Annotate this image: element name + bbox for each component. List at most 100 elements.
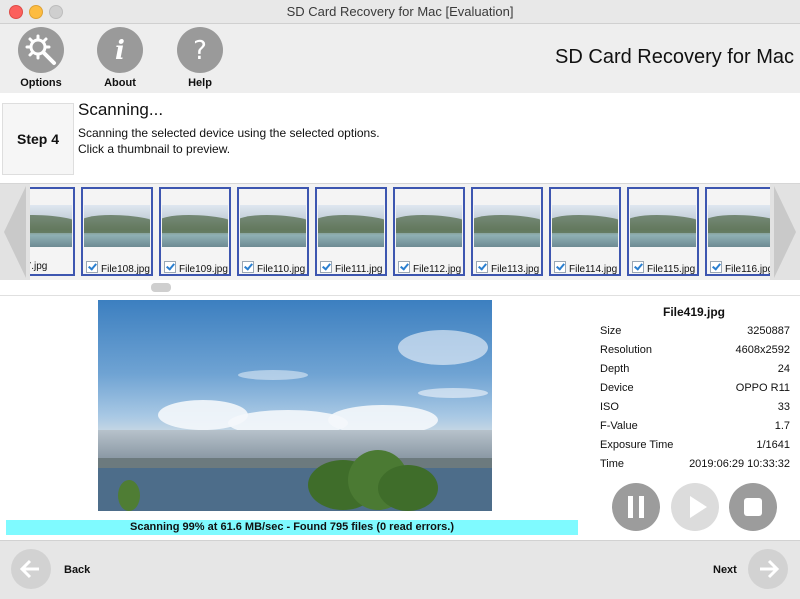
toolbar: Options i About ? Help SD Card Recovery … bbox=[0, 24, 800, 93]
thumbnail-filename: e107.jpg bbox=[30, 261, 48, 272]
info-icon: i bbox=[97, 27, 143, 73]
thumbnail-filename: File112.jpg bbox=[413, 264, 462, 275]
thumbnail-image[interactable] bbox=[318, 205, 384, 247]
app-title: SD Card Recovery for Mac bbox=[555, 46, 794, 68]
thumbnail-checkbox[interactable] bbox=[164, 261, 176, 273]
window-title: SD Card Recovery for Mac [Evaluation] bbox=[286, 4, 514, 19]
svg-text:i: i bbox=[115, 36, 125, 66]
preview-file-name: File419.jpg bbox=[662, 305, 726, 319]
thumbnail-checkbox[interactable] bbox=[710, 261, 722, 273]
info-row-size: Size 3250887 bbox=[600, 325, 790, 344]
info-row-device: Device OPPO R11 bbox=[600, 382, 790, 401]
thumbnail-image[interactable] bbox=[630, 205, 696, 247]
info-key: Exposure Time bbox=[600, 439, 674, 451]
arrow-left-icon bbox=[19, 559, 39, 579]
step-label: Step 4 bbox=[16, 131, 59, 147]
thumbnail-item[interactable]: File108.jpg bbox=[81, 187, 153, 276]
thumbnail-image[interactable] bbox=[240, 205, 306, 247]
scroll-right-button[interactable] bbox=[770, 184, 800, 280]
info-value: 2019:06:29 10:33:32 bbox=[689, 458, 790, 470]
options-label: Options bbox=[20, 77, 62, 89]
thumbnail-image[interactable] bbox=[84, 205, 150, 247]
thumbnail-caption: File112.jpg bbox=[398, 261, 461, 275]
thumbnail-checkbox[interactable] bbox=[86, 261, 98, 273]
thumbnail-checkbox[interactable] bbox=[554, 261, 566, 273]
thumbnail-item[interactable]: File114.jpg bbox=[549, 187, 621, 276]
thumbnail-checkbox[interactable] bbox=[242, 261, 254, 273]
about-button[interactable]: i About bbox=[88, 27, 152, 89]
step-heading: Scanning... bbox=[78, 100, 164, 119]
info-value: 3250887 bbox=[747, 325, 790, 337]
thumbnail-filename: File111.jpg bbox=[335, 264, 383, 275]
thumbnail-caption: File113.jpg bbox=[476, 261, 539, 275]
info-value: 4608x2592 bbox=[735, 344, 790, 356]
thumbnail-item[interactable]: File109.jpg bbox=[159, 187, 231, 276]
help-button[interactable]: ? Help bbox=[168, 27, 232, 89]
info-key: Size bbox=[600, 325, 622, 337]
play-icon bbox=[690, 496, 707, 518]
pause-button[interactable] bbox=[612, 483, 660, 531]
thumbnail-item[interactable]: File111.jpg bbox=[315, 187, 387, 276]
info-value: OPPO R11 bbox=[735, 382, 790, 394]
thumbnail-strip: e107.jpg File108.jpg File109.jpg File110.jp… bbox=[0, 183, 800, 281]
info-value: 33 bbox=[777, 401, 790, 413]
scrollbar-thumb[interactable] bbox=[151, 283, 171, 292]
info-row-resolution: Resolution 4608x2592 bbox=[600, 344, 790, 363]
info-row-iso: ISO 33 bbox=[600, 401, 790, 420]
thumbnail-filename: File109.jpg bbox=[179, 264, 228, 275]
play-button[interactable] bbox=[671, 483, 719, 531]
thumbnail-image[interactable] bbox=[396, 205, 462, 247]
info-row-exposure-time: Exposure Time 1/1641 bbox=[600, 439, 790, 458]
thumbnail-caption: File111.jpg bbox=[320, 261, 382, 275]
info-key: Resolution bbox=[600, 344, 652, 356]
info-row-depth: Depth 24 bbox=[600, 363, 790, 382]
thumbnail-image[interactable] bbox=[708, 205, 770, 247]
thumbnail-caption: File109.jpg bbox=[164, 261, 228, 275]
info-key: Depth bbox=[600, 363, 630, 375]
thumbnail-list: e107.jpg File108.jpg File109.jpg File110.jp… bbox=[30, 187, 770, 279]
thumbnail-image[interactable] bbox=[474, 205, 540, 247]
next-button[interactable] bbox=[748, 549, 788, 589]
about-label: About bbox=[104, 77, 136, 89]
thumbnail-checkbox[interactable] bbox=[320, 261, 332, 273]
step-panel: Step 4 Scanning... Scanning the selected… bbox=[0, 93, 800, 183]
scroll-left-button[interactable] bbox=[0, 184, 30, 280]
thumbnail-image[interactable] bbox=[162, 205, 228, 247]
thumbnail-item[interactable]: File116.jpg bbox=[705, 187, 770, 276]
thumbnail-checkbox[interactable] bbox=[398, 261, 410, 273]
svg-text:?: ? bbox=[193, 36, 207, 66]
thumbnail-scrollbar[interactable] bbox=[0, 280, 800, 296]
step-description-line-2: Click a thumbnail to preview. bbox=[78, 142, 231, 156]
back-button[interactable] bbox=[11, 549, 51, 589]
chevron-left-icon bbox=[4, 186, 26, 278]
thumbnail-caption: e107.jpg bbox=[30, 261, 47, 272]
info-key: Time bbox=[600, 458, 625, 470]
thumbnail-item[interactable]: File112.jpg bbox=[393, 187, 465, 276]
step-description-line-1: Scanning the selected device using the s… bbox=[78, 126, 380, 140]
thumbnail-image[interactable] bbox=[552, 205, 618, 247]
thumbnail-item[interactable]: File113.jpg bbox=[471, 187, 543, 276]
bottom-nav-bar: Back Next bbox=[0, 540, 800, 599]
preview-image bbox=[98, 300, 492, 511]
stop-button[interactable] bbox=[729, 483, 777, 531]
thumbnail-filename: File113.jpg bbox=[491, 264, 540, 275]
step-description: Scanning the selected device using the s… bbox=[78, 125, 380, 157]
thumbnail-filename: File116.jpg bbox=[725, 264, 770, 275]
thumbnail-filename: File108.jpg bbox=[101, 264, 150, 275]
thumbnail-checkbox[interactable] bbox=[632, 261, 644, 273]
thumbnail-item[interactable]: e107.jpg bbox=[30, 187, 75, 276]
thumbnail-filename: File114.jpg bbox=[569, 264, 618, 275]
gear-wrench-icon bbox=[18, 27, 64, 73]
options-button[interactable]: Options bbox=[9, 27, 73, 89]
thumbnail-item[interactable]: File110.jpg bbox=[237, 187, 309, 276]
thumbnail-item[interactable]: File115.jpg bbox=[627, 187, 699, 276]
thumbnail-image[interactable] bbox=[30, 205, 72, 247]
step-indicator: Step 4 bbox=[2, 103, 74, 175]
info-value: 24 bbox=[777, 363, 790, 375]
back-label[interactable]: Back bbox=[64, 564, 90, 576]
next-label[interactable]: Next bbox=[713, 564, 737, 576]
info-row-f-value: F-Value 1.7 bbox=[600, 420, 790, 439]
stop-icon bbox=[744, 498, 762, 516]
thumbnail-checkbox[interactable] bbox=[476, 261, 488, 273]
thumbnail-caption: File116.jpg bbox=[710, 261, 770, 275]
